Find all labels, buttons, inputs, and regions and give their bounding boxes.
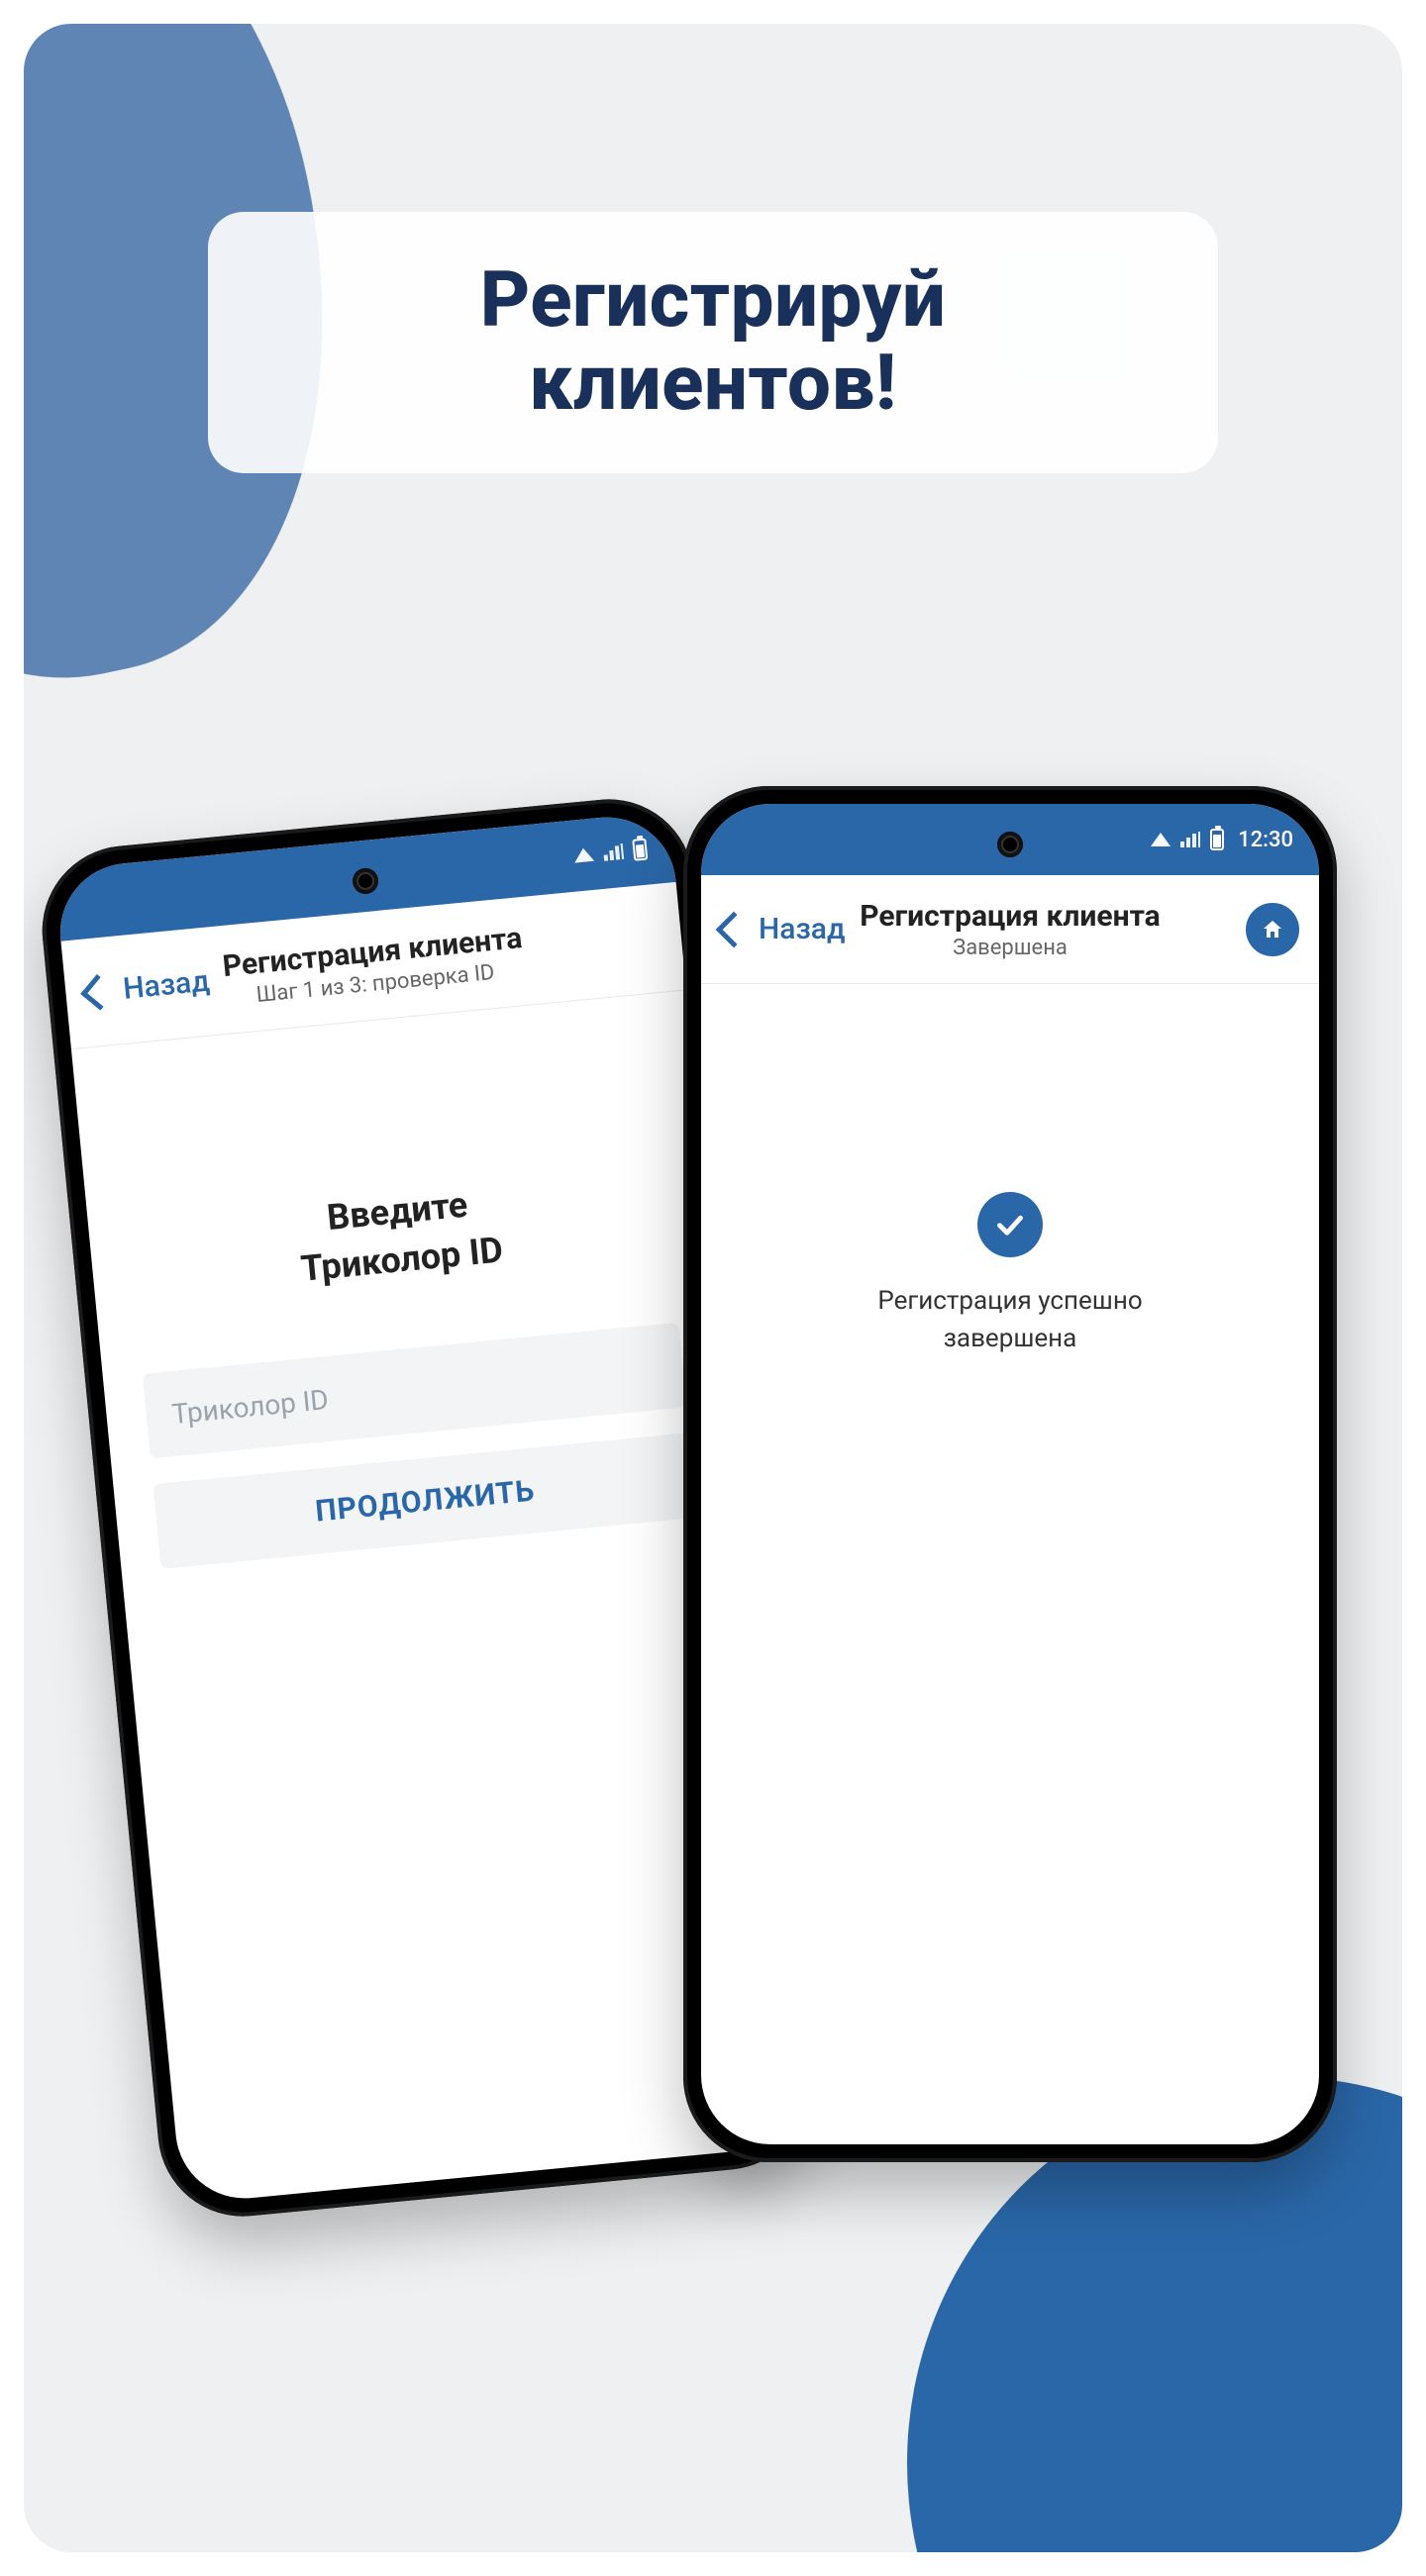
continue-label: ПРОДОЛЖИТЬ bbox=[314, 1473, 537, 1529]
chevron-left-icon bbox=[716, 911, 753, 947]
back-button[interactable]: Назад bbox=[84, 964, 211, 1011]
back-button[interactable]: Назад bbox=[721, 912, 846, 946]
headline: Регистрируй клиентов! bbox=[267, 259, 1159, 426]
back-label: Назад bbox=[122, 964, 211, 1007]
wifi-icon bbox=[1151, 833, 1171, 846]
success-check-icon bbox=[977, 1192, 1043, 1257]
input-placeholder: Триколор ID bbox=[170, 1383, 330, 1431]
success-line-1: Регистрация успешно bbox=[877, 1286, 1142, 1316]
phone1-status-icons bbox=[573, 839, 649, 867]
battery-icon bbox=[1210, 829, 1224, 850]
continue-button[interactable]: ПРОДОЛЖИТЬ bbox=[153, 1433, 697, 1569]
back-label: Назад bbox=[759, 912, 846, 946]
phone2-content: Регистрация успешно завершена bbox=[701, 984, 1319, 1357]
home-button[interactable] bbox=[1246, 903, 1299, 956]
headline-line-2: клиентов! bbox=[529, 339, 896, 429]
promo-canvas: Регистрируй клиентов! Назад bbox=[24, 24, 1402, 2552]
wifi-icon bbox=[573, 847, 594, 863]
phones-group: Назад Регистрация клиента Шаг 1 из 3: пр… bbox=[79, 786, 1347, 2489]
success-message: Регистрация успешно завершена bbox=[741, 1283, 1279, 1357]
phone2-appbar: Назад Регистрация клиента Завершена bbox=[701, 875, 1319, 984]
phone1-content: Введите Триколор ID Триколор ID ПРОДОЛЖИ… bbox=[71, 990, 737, 1573]
battery-icon bbox=[632, 839, 648, 861]
prompt-line-1: Введите bbox=[325, 1184, 469, 1238]
phone-mockup-done: 12:30 Назад Регистрация клиента Завершен… bbox=[683, 786, 1337, 2162]
headline-card: Регистрируй клиентов! bbox=[208, 212, 1218, 473]
tricolor-id-input[interactable]: Триколор ID bbox=[143, 1323, 687, 1459]
input-prompt: Введите Триколор ID bbox=[127, 1161, 672, 1309]
phone2-camera-notch bbox=[997, 832, 1023, 857]
headline-line-1: Регистрируй bbox=[480, 255, 947, 346]
success-line-2: завершена bbox=[944, 1324, 1077, 1353]
signal-icon bbox=[1180, 832, 1200, 847]
phone2-status-icons bbox=[1151, 829, 1224, 850]
home-icon bbox=[1261, 918, 1284, 941]
signal-icon bbox=[603, 843, 624, 861]
chevron-left-icon bbox=[80, 973, 117, 1010]
phone2-screen: 12:30 Назад Регистрация клиента Завершен… bbox=[701, 804, 1319, 2144]
status-time: 12:30 bbox=[1238, 828, 1293, 852]
